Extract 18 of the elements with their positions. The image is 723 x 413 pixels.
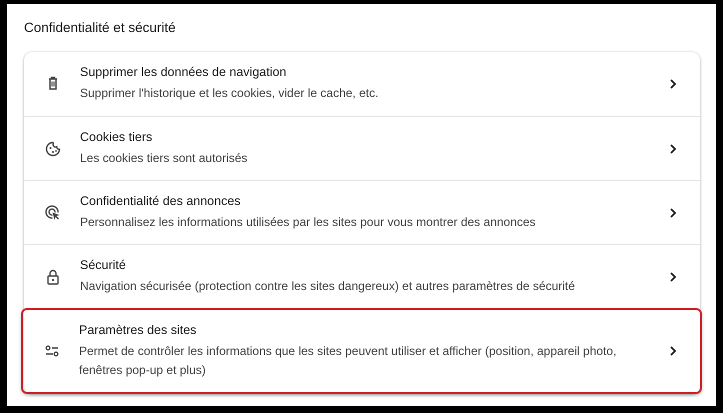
cookie-icon	[44, 140, 62, 158]
row-description: Supprimer l'historique et les cookies, vider le cache, etc.	[80, 85, 380, 102]
settings-row[interactable]: Sécurité Navigation sécurisée (protection contre les sites dangereux) et autres paramètres de sécurité	[24, 244, 700, 308]
settings-row[interactable]: Supprimer les données de navigation Supprimer l'historique et les cookies, vider le cache, etc.	[24, 52, 700, 116]
cursor-target-icon	[44, 204, 62, 222]
row-description: Les cookies tiers sont autorisés	[80, 150, 248, 167]
row-description: Navigation sécurisée (protection contre les sites dangereux) et autres paramètres de sécurité	[80, 278, 576, 295]
row-title: Paramètres des sites	[79, 322, 198, 337]
row-description: Personnalisez les informations utilisées par les sites pour vous montrer des annonces	[80, 214, 537, 231]
settings-row[interactable]: Cookies tiers Les cookies tiers sont autorisés	[24, 116, 700, 180]
row-title: Sécurité	[80, 258, 127, 272]
row-description: Permet de contrôler les informations que les sites peuvent utiliser et afficher (position, appareil photo, fenêtres pop-up et plus)	[79, 342, 618, 378]
settings-row[interactable]: Confidentialité des annonces Personnalisez les informations utilisées par les sites pour vous montrer des annonces	[24, 180, 700, 244]
row-title: Confidentialité des annonces	[80, 194, 242, 208]
row-title: Cookies tiers	[80, 130, 154, 144]
row-title: Supprimer les données de navigation	[80, 65, 288, 80]
section-title: Confidentialité et sécurité	[24, 20, 177, 35]
settings-row[interactable]: Paramètres des sites Permet de contrôler les informations que les sites peuvent utiliser et afficher (position, appareil photo, fenêtres pop-up et plus)	[21, 308, 702, 394]
